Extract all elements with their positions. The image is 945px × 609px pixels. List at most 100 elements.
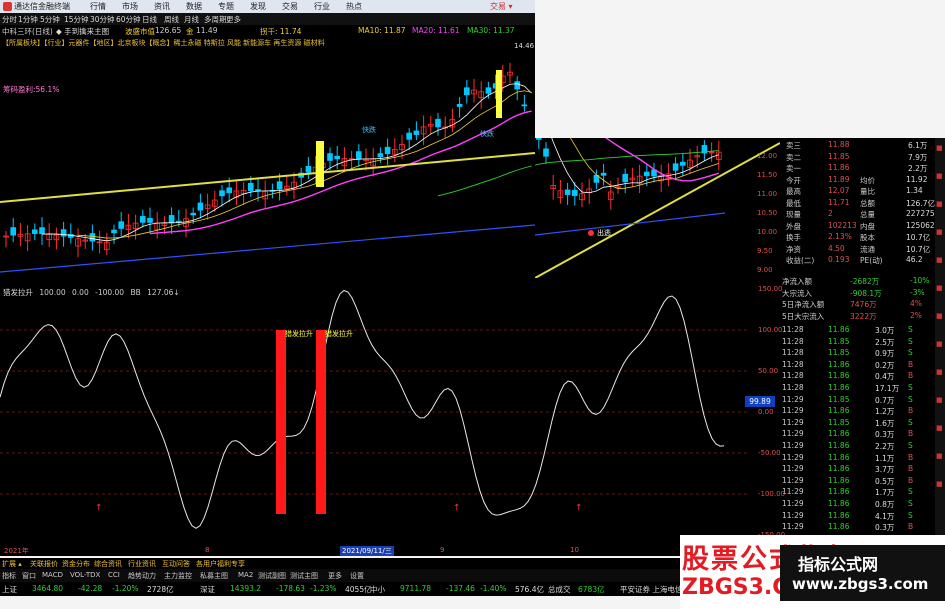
quote-key: 外盘: [786, 221, 801, 231]
indicator-tab[interactable]: MA2: [238, 571, 253, 579]
quote-value: 2.13%: [828, 232, 852, 241]
indicator-tab[interactable]: VOL-TDX: [70, 571, 100, 579]
side-toolbar-icon[interactable]: ■: [936, 144, 944, 152]
index-pct: -1.23%: [310, 584, 337, 593]
date-axis: 2021年 8 2021/09/11/三 9 10: [0, 546, 750, 556]
watermark-box-title: 指标公式网: [798, 555, 879, 574]
candlestick-chart[interactable]: 9.9214.46快跌快跌: [0, 0, 535, 278]
indicator-tab[interactable]: 更多: [328, 571, 342, 581]
quote-value: 12.07: [828, 186, 850, 195]
index-name: 深证: [200, 585, 215, 594]
quote-key2: 量比: [860, 187, 875, 196]
extension-tab[interactable]: 综合资讯: [94, 559, 122, 569]
indicator-tab[interactable]: 窗口: [22, 571, 36, 581]
side-toolbar-icon[interactable]: ■: [936, 256, 944, 264]
indicator-param-2: 0.00: [72, 288, 89, 297]
date-year: 2021年: [4, 547, 29, 555]
quote-row: 最低 11.71 总额 126.7亿: [780, 198, 945, 209]
quote-value: 0.193: [828, 255, 850, 264]
candle-body: [10, 227, 17, 236]
quote-key2: 流通: [860, 244, 875, 254]
quote-row: 收益(二) 0.193 PE(动) 46.2: [780, 255, 945, 266]
indicator-tab[interactable]: CCI: [108, 571, 120, 579]
quote-row: 卖二 11.85 7.9万: [780, 152, 945, 163]
quote-value: 11.85: [828, 151, 850, 161]
index-value: 9711.78: [400, 584, 432, 593]
price-axis-tick: 10.00: [757, 228, 778, 236]
candle-body: [514, 81, 520, 90]
quote-row: 今开 11.89 均价 11.92: [780, 175, 945, 186]
quote-key: 今开: [786, 175, 801, 185]
candle-body: [60, 229, 67, 237]
quote-row: 净资 4.50 流通 10.7亿: [780, 244, 945, 255]
quote-value2: 10.7亿: [906, 244, 931, 254]
indicator-tab[interactable]: 指标: [2, 571, 16, 581]
candle-body: [327, 153, 333, 161]
indicator-arrow-icon: ↑: [575, 503, 583, 513]
indicator-param-5: 127.06↓: [147, 288, 180, 297]
candle-body: [190, 212, 197, 216]
indicator-tab[interactable]: 趋势动力: [128, 571, 156, 581]
candle-body: [355, 151, 362, 160]
main-chart-window: 通达信金融终端 行情 市场 资讯 数据 专题 发现 交易 行业 热点 交易 ▾ 分时 1分钟 5分钟…: [0, 0, 535, 278]
index-ticker: 上证 3464.80 -42.28 -1.20% 2728亿 深证 14393.2 -178.…: [0, 582, 697, 596]
index-name: 上证: [2, 585, 17, 594]
indicator-axis-tick: 100.00: [758, 326, 783, 334]
extension-tabs: 扩展 ▴ 关联报价 资金分布 综合资讯 行业资讯 互动问答 各用户福利专享: [0, 558, 690, 569]
candle-body: [32, 229, 38, 234]
index-pct: -1.20%: [112, 584, 139, 593]
index-value: 6783亿: [578, 585, 605, 594]
index-value: 3464.80: [32, 584, 64, 593]
date-month-10: 10: [570, 546, 579, 554]
candle-body: [456, 103, 463, 107]
quote-key2: 股本: [860, 233, 875, 242]
indicator-arrow-icon: ↑: [453, 503, 461, 513]
extension-tab[interactable]: 资金分布: [62, 559, 90, 569]
side-toolbar-icon[interactable]: ■: [936, 200, 944, 208]
screenshot-canvas: 通达信金融终端 行情 市场 资讯 数据 专题 发现 交易 行业 热点 交易 ▾ 分时 1分钟 5分钟…: [0, 0, 945, 609]
extension-tab[interactable]: 关联报价: [30, 559, 58, 569]
indicator-axis: 150.00100.0050.000.00-50.00-100.00-150.0…: [750, 278, 785, 546]
date-cursor: 2021/09/11/三: [340, 546, 394, 556]
indicator-signal-bar: [276, 330, 286, 514]
indicator-bar-label: 猎发拉升: [285, 329, 313, 338]
indicator-tab[interactable]: 测试副图: [258, 571, 286, 581]
quote-key: 净资: [786, 244, 801, 254]
extension-tab[interactable]: 各用户福利专享: [196, 559, 245, 569]
extension-tab[interactable]: 行业资讯: [128, 559, 156, 569]
quote-value2: 11.92: [906, 174, 928, 184]
side-toolbar-icon[interactable]: ■: [936, 172, 944, 180]
quote-key: 卖二: [786, 152, 801, 162]
quote-key: 最低: [786, 198, 801, 208]
indicator-axis-tick: 50.00: [758, 367, 779, 375]
extension-tab[interactable]: 扩展 ▴: [2, 559, 22, 569]
indicator-axis-tick: 150.00: [758, 285, 783, 293]
indicator-tabs: 指标 窗口 MACD VOL-TDX CCI 趋势动力 主力监控 私募主图 MA2 测试副图 测试主…: [0, 569, 690, 582]
quote-key: 换手: [786, 233, 801, 242]
indicator-name[interactable]: 猎发拉升: [3, 288, 33, 297]
indicator-param-4: BB: [130, 288, 141, 297]
price-high-label: 14.46: [514, 42, 535, 50]
quote-value: 11.71: [828, 197, 850, 207]
ma60-line: [437, 165, 532, 197]
quote-value: 102213: [828, 220, 857, 230]
indicator-tab[interactable]: 私募主图: [200, 571, 228, 581]
indicator-tab[interactable]: 主力监控: [164, 571, 192, 581]
indicator-tab[interactable]: MACD: [42, 571, 63, 579]
side-toolbar-icon[interactable]: ■: [936, 228, 944, 236]
indicator-tab[interactable]: 设置: [350, 571, 364, 581]
indicator-tab[interactable]: 测试主图: [290, 571, 318, 581]
extension-tab[interactable]: 互动问答: [162, 559, 190, 569]
candle-body: [276, 181, 283, 190]
indicator-chart[interactable]: 猎发拉升 猎发拉升↑ ↑ ↑: [0, 278, 750, 546]
date-month-8: 8: [205, 546, 210, 554]
candle-body: [219, 190, 225, 197]
candle-body: [384, 146, 391, 155]
indicator-param-1: 100.00: [39, 288, 66, 297]
date-month-9: 9: [440, 546, 445, 554]
indicator-axis-tick: -100.00: [758, 490, 786, 498]
indicator-header: 猎发拉升 100.00 0.00 -100.00 BB 127.06↓: [3, 287, 184, 298]
quote-key: 收益(二): [786, 256, 815, 265]
candle-body: [247, 182, 254, 191]
quote-row: 外盘 102213 内盘 125062: [780, 221, 945, 232]
